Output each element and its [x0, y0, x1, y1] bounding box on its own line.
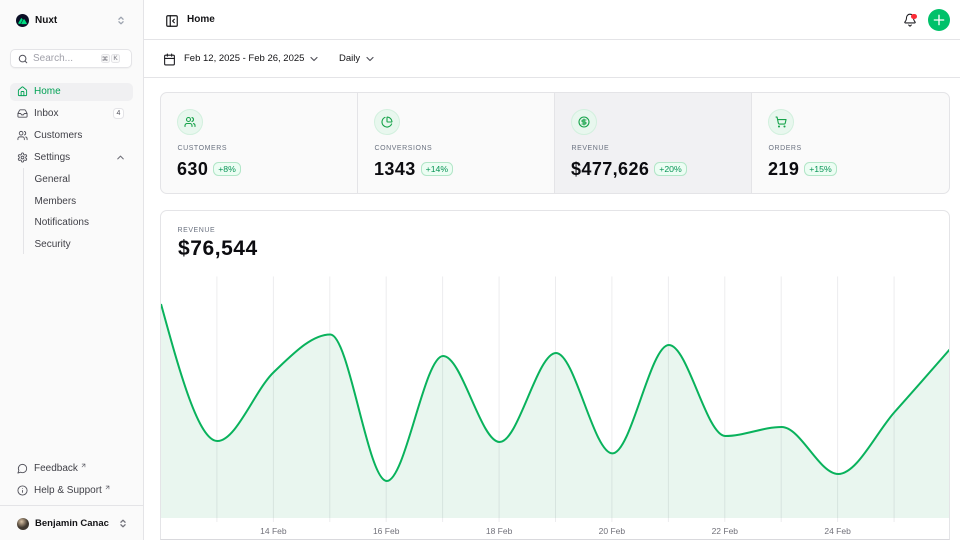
svg-text:20 Feb: 20 Feb — [599, 526, 626, 536]
svg-text:16 Feb: 16 Feb — [373, 526, 400, 536]
svg-text:18 Feb: 18 Feb — [486, 526, 513, 536]
svg-text:22 Feb: 22 Feb — [712, 526, 739, 536]
svg-text:14 Feb: 14 Feb — [260, 526, 287, 536]
svg-text:24 Feb: 24 Feb — [824, 526, 851, 536]
